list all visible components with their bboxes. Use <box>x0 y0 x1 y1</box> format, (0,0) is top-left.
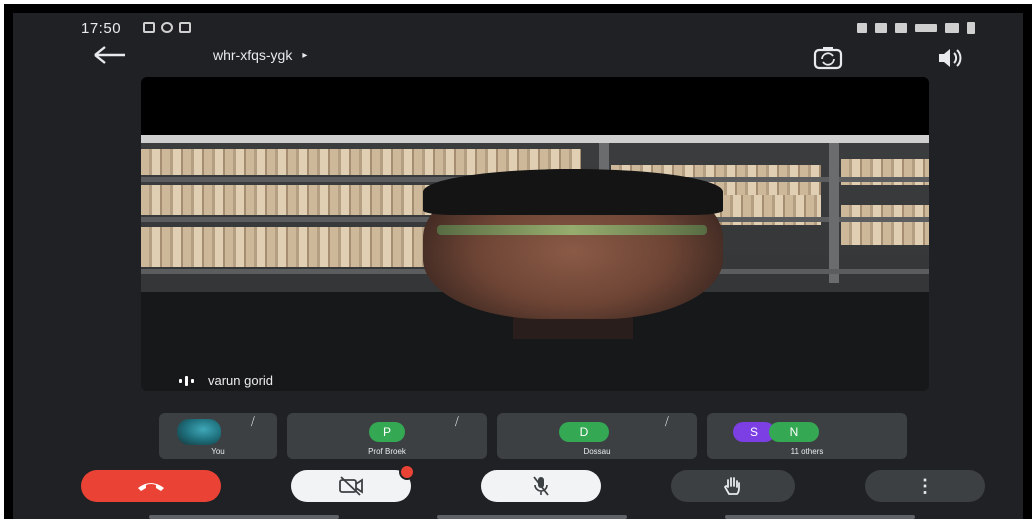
speaker-label: varun gorid <box>179 373 273 388</box>
person-hair <box>423 169 723 215</box>
meeting-code-button[interactable]: whr-xfqs-ygk ▸ <box>213 47 307 63</box>
device-frame: 17:50 whr-xfqs-ygk ▸ varun gorid ⧸ You P… <box>4 4 1032 519</box>
nav-bar-segment <box>437 515 627 519</box>
more-options-button[interactable]: ⋮ <box>865 470 985 502</box>
mic-off-icon <box>533 476 549 496</box>
back-arrow-icon[interactable] <box>93 44 133 70</box>
mic-off-icon: ⧸ <box>251 416 255 428</box>
mic-toggle-button[interactable] <box>481 470 601 502</box>
mute-icon <box>895 23 907 33</box>
bookshelf-row <box>141 185 441 215</box>
more-vert-icon: ⋮ <box>916 475 934 496</box>
audio-level-icon <box>179 375 194 386</box>
bookshelf-row <box>841 205 929 245</box>
end-call-button[interactable] <box>81 470 221 502</box>
tile-name: Prof Broek <box>368 447 406 456</box>
status-bar: 17:50 <box>13 13 1023 43</box>
self-video-thumbnail <box>177 419 221 445</box>
mic-off-icon: ⧸ <box>665 416 669 428</box>
bookshelf-row <box>141 227 461 267</box>
nav-bar-segment <box>725 515 915 519</box>
hang-up-icon <box>138 483 164 491</box>
signal-icon <box>945 23 959 33</box>
record-icon <box>161 22 173 33</box>
status-time: 17:50 <box>81 20 122 37</box>
participant-name: varun gorid <box>208 373 274 388</box>
mail-icon <box>179 22 191 33</box>
camera-toggle-button[interactable] <box>291 464 415 502</box>
raise-hand-button[interactable] <box>671 470 795 502</box>
chevron-right-icon: ▸ <box>302 49 308 61</box>
avatar: P <box>369 422 405 442</box>
main-video[interactable]: varun gorid <box>141 77 929 391</box>
speaker-icon[interactable] <box>933 45 967 71</box>
notification-icons <box>143 22 191 33</box>
raise-hand-icon <box>723 477 740 495</box>
nav-bar-segment <box>149 515 339 519</box>
battery-icon <box>967 22 975 34</box>
shelf-top <box>141 135 929 143</box>
tile-participant[interactable]: P ⧸ Prof Broek <box>287 413 487 459</box>
mic-off-icon: ⧸ <box>455 416 459 428</box>
tile-name: You <box>211 447 225 456</box>
tile-others[interactable]: S N 11 others <box>707 413 907 459</box>
person-glasses <box>437 225 707 235</box>
camera-off-icon <box>339 476 363 496</box>
alarm-icon <box>857 23 867 33</box>
vibrate-icon <box>875 23 887 33</box>
tile-name: 11 others <box>790 447 824 456</box>
tile-self[interactable]: ⧸ You <box>159 413 277 459</box>
alert-badge <box>399 464 415 480</box>
meet-screen: 17:50 whr-xfqs-ygk ▸ varun gorid ⧸ You P… <box>13 13 1023 519</box>
tile-name: Dossau <box>583 447 611 456</box>
shelf-column <box>829 143 839 283</box>
avatar: N <box>769 422 819 442</box>
system-icons <box>857 22 975 34</box>
avatar: D <box>559 422 609 442</box>
tile-participant[interactable]: D ⧸ Dossau <box>497 413 697 459</box>
switch-camera-icon[interactable] <box>811 43 845 73</box>
gallery-icon <box>143 22 155 33</box>
meeting-code: whr-xfqs-ygk <box>213 47 293 63</box>
network-icon <box>915 24 937 32</box>
